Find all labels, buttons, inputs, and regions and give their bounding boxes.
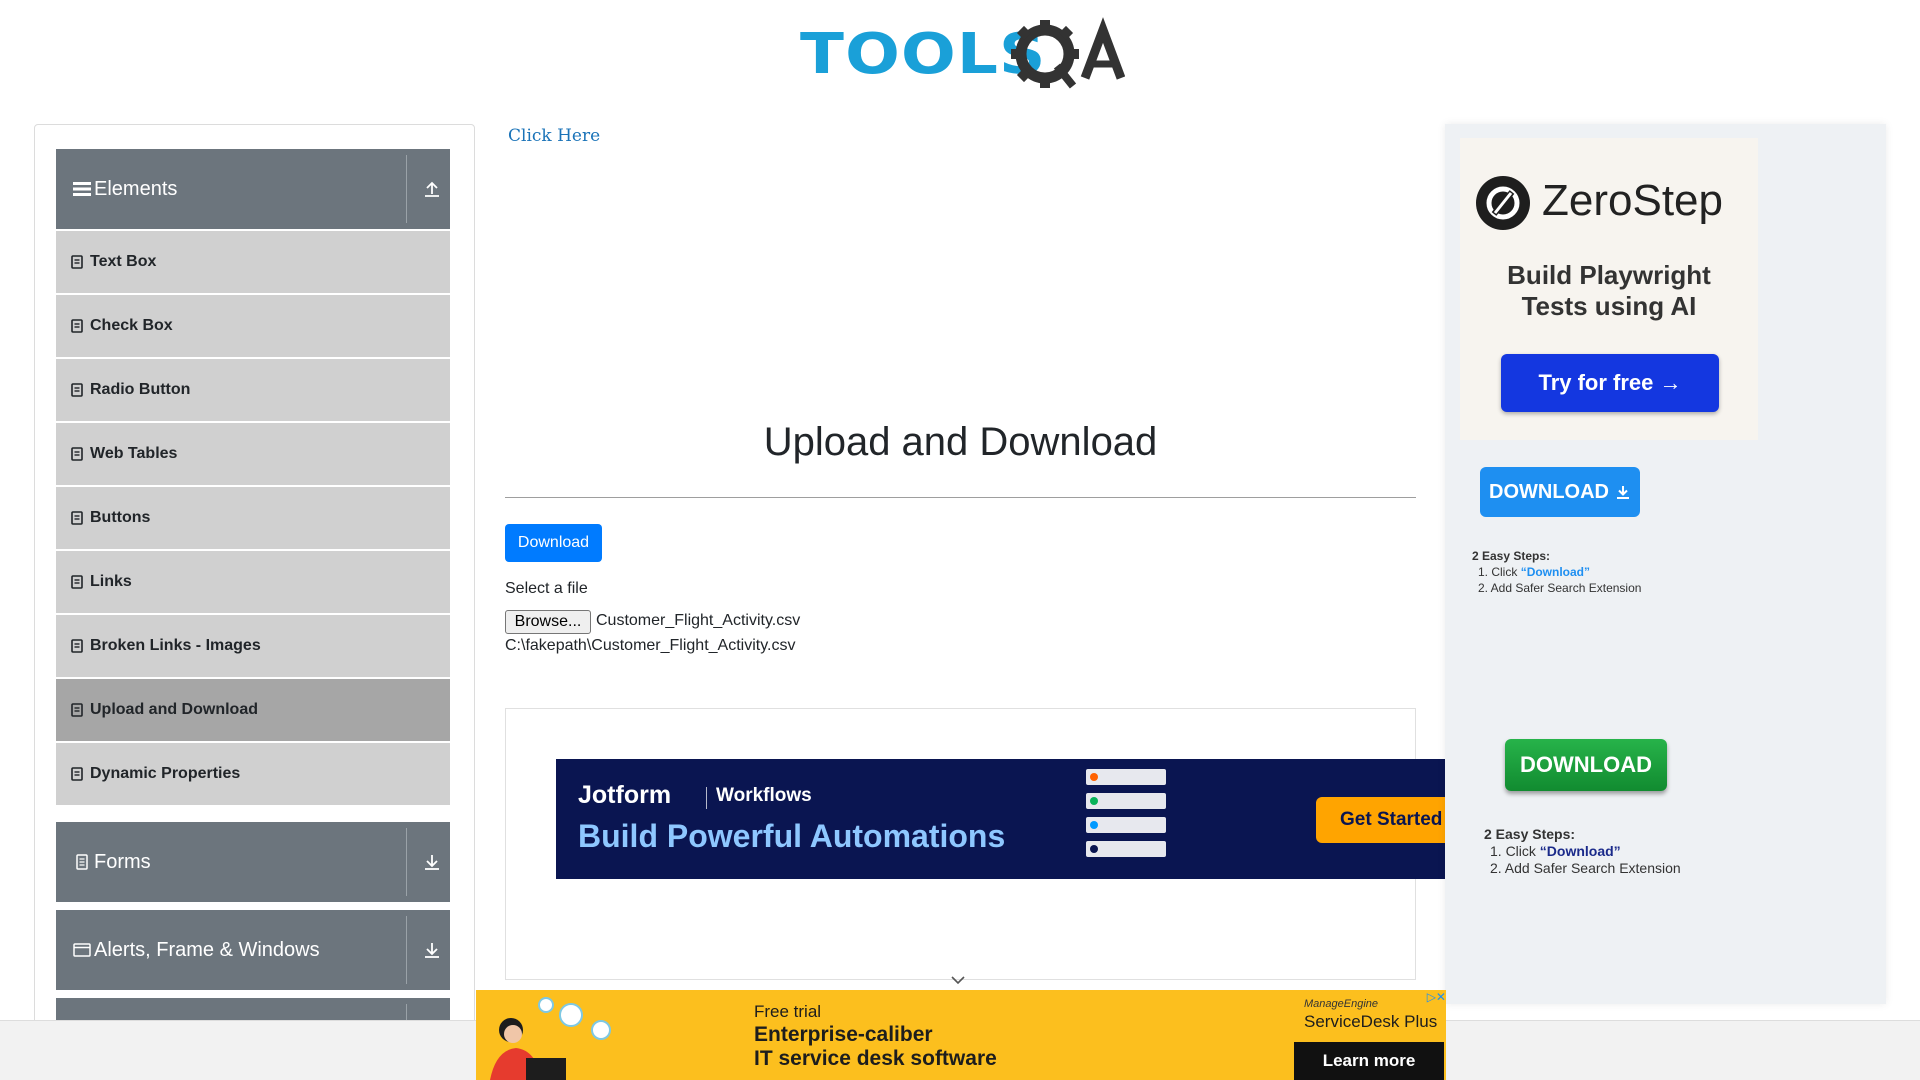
ad-headline-line: Enterprise-caliber [754,1023,933,1046]
ad-headline-line: IT service desk software [754,1047,997,1070]
sidebar-item-upload-download[interactable]: Upload and Download [56,679,450,741]
document-icon [71,511,83,525]
document-icon [71,703,83,717]
document-icon [71,383,83,397]
sidebar-item-dynamic-properties[interactable]: Dynamic Properties [56,743,450,805]
group-title: Alerts, Frame & Windows [94,938,320,961]
learn-more-button[interactable]: Learn more [1294,1042,1444,1080]
ad-close-icon[interactable]: ▷✕ [1416,990,1446,1006]
ad-steps-2: 2 Easy Steps: 1. Click “Download” 2. Add… [1484,826,1681,877]
uploaded-file-path: C:\fakepath\Customer_Flight_Activity.csv [505,637,796,654]
sidebar-item-links[interactable]: Links [56,551,450,613]
download-icon [1616,486,1629,499]
document-icon [71,447,83,461]
sidebar-item-label: Broken Links - Images [90,637,261,654]
group-elements[interactable]: Elements [56,149,450,229]
workflow-illustration [1086,769,1166,857]
sidebar-item-label: Dynamic Properties [90,765,241,782]
document-icon [71,575,83,589]
sidebar-item-broken-links[interactable]: Broken Links - Images [56,615,450,677]
sidebar-item-text-box[interactable]: Text Box [56,231,450,293]
zerostep-logo-icon [1476,176,1530,230]
zerostep-brand: ZeroStep [1542,176,1723,225]
document-icon [71,255,83,269]
sidebar-item-label: Check Box [90,317,173,334]
person-laptop-illustration [490,997,611,1080]
step-text: 1. Click [1478,565,1521,579]
sidebar-item-check-box[interactable]: Check Box [56,295,450,357]
servicedesk-product: ServiceDesk Plus [1304,1012,1438,1031]
tagline-line: Tests using AI [1521,291,1697,321]
servicedesk-ad-banner[interactable]: Free trial Enterprise-caliber IT service… [476,990,1446,1080]
sidebar-item-label: Radio Button [90,381,191,398]
jotform-ad-banner[interactable]: Jotform Workflows Build Powerful Automat… [556,759,1446,879]
sidebar-item-label: Upload and Download [90,701,258,718]
try-for-free-button[interactable]: Try for free → [1501,354,1719,412]
ad-download-button-green[interactable]: DOWNLOAD [1505,739,1667,791]
step-2: 2. Add Safer Search Extension [1478,581,1642,595]
title-divider [505,497,1416,498]
upload-arrow-icon[interactable] [423,180,441,198]
ad-steps-1: 2 Easy Steps: 1. Click “Download” 2. Add… [1472,548,1641,596]
step-2: 2. Add Safer Search Extension [1490,860,1681,876]
chevron-down-icon[interactable] [950,974,966,986]
click-here-link[interactable]: Click Here [508,126,600,146]
download-button[interactable]: Download [505,524,602,562]
page: TOOLS Elements Text Box Check Box Radio … [0,0,1920,1080]
jotform-brand: Jotform [578,781,672,809]
divider [406,828,407,896]
jotform-headline: Build Powerful Automations [578,818,1006,854]
group-title: Forms [94,850,151,873]
toolsqa-logo[interactable]: TOOLS [800,14,1125,94]
browse-button[interactable]: Browse... [505,610,591,634]
step-highlight: “Download” [1539,843,1621,859]
divider [406,916,407,984]
sidebar-item-web-tables[interactable]: Web Tables [56,423,450,485]
sidebar-item-buttons[interactable]: Buttons [56,487,450,549]
zerostep-ad[interactable]: ZeroStep Build Playwright Tests using AI… [1460,138,1758,440]
jotform-product: Workflows [716,785,812,806]
page-title: Upload and Download [763,420,1158,464]
step-text: 1. Click [1490,843,1540,859]
steps-title: 2 Easy Steps: [1472,549,1551,563]
steps-title: 2 Easy Steps: [1484,826,1576,842]
divider [706,787,707,809]
left-sidebar: Elements Text Box Check Box Radio Button… [34,124,475,1030]
jotform-cta-button[interactable]: Get Started [1316,797,1446,843]
group-alerts-frame-windows[interactable]: Alerts, Frame & Windows [56,910,450,990]
manageengine-brand: ManageEngine [1304,998,1379,1010]
zerostep-tagline: Build Playwright Tests using AI [1460,260,1758,322]
sidebar-item-label: Buttons [90,509,151,526]
download-arrow-icon[interactable] [423,941,441,959]
select-file-label: Select a file [505,580,588,597]
group-forms[interactable]: Forms [56,822,450,902]
menu-icon [73,182,91,196]
sidebar-item-label: Web Tables [90,445,178,462]
document-icon [71,639,83,653]
download-arrow-icon[interactable] [423,853,441,871]
document-icon [71,767,83,781]
ad-download-button-blue[interactable]: DOWNLOAD [1480,467,1640,517]
sidebar-item-label: Links [90,573,132,590]
step-highlight: “Download” [1520,565,1591,579]
divider [406,155,407,223]
sidebar-item-label: Text Box [90,253,157,270]
document-icon [71,319,83,333]
selected-file-name: Customer_Flight_Activity.csv [596,612,801,629]
window-icon [73,943,91,957]
tagline-line: Build Playwright [1507,260,1711,290]
step-1: 1. Click “Download” [1484,843,1681,860]
button-label: DOWNLOAD [1489,480,1609,503]
sidebar-item-radio-button[interactable]: Radio Button [56,359,450,421]
file-icon [76,854,88,870]
gear-icon [1011,17,1125,89]
free-trial-text: Free trial [754,1002,822,1021]
step-1: 1. Click “Download” [1472,564,1641,580]
